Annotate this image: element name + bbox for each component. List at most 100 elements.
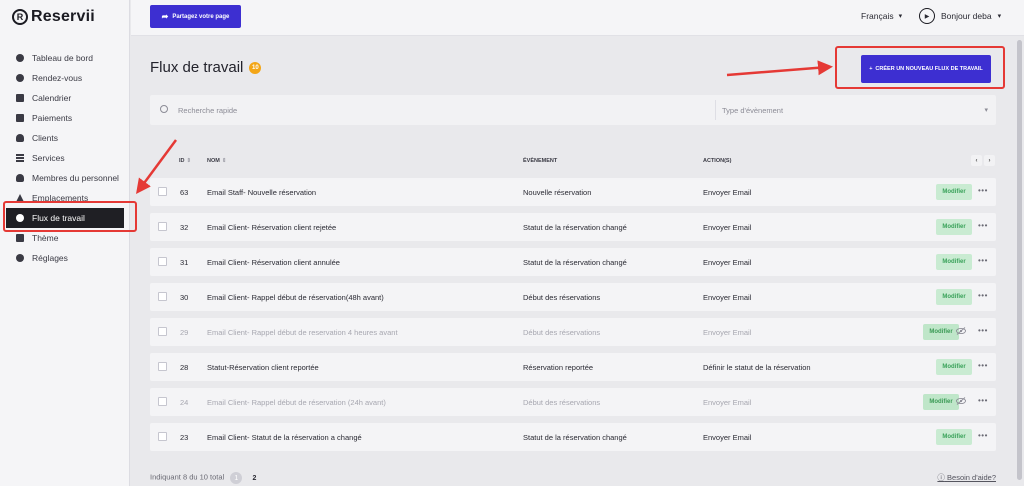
column-header-id[interactable]: ID ⇕: [179, 158, 191, 164]
language-selector[interactable]: Français ▾: [861, 11, 902, 21]
count-badge: 10: [249, 61, 262, 74]
table-row[interactable]: 28 Statut-Réservation client reportée Ré…: [150, 353, 996, 381]
page-scrollbar[interactable]: [1015, 36, 1024, 486]
user-greeting: Bonjour deba: [941, 11, 992, 21]
event-type-select[interactable]: Type d'évènement ▾: [722, 102, 992, 118]
sidebar-item-label: Rendez-vous: [32, 73, 83, 83]
sidebar-nav: Tableau de bord Rendez-vous Calendrier P…: [0, 48, 130, 268]
row-checkbox[interactable]: [158, 362, 167, 371]
table-row[interactable]: 31 Email Client- Réservation client annu…: [150, 248, 996, 276]
column-header-name[interactable]: NOM ⇕: [207, 158, 226, 164]
cell-event: Début des réservations: [523, 328, 601, 337]
cell-action: Envoyer Email: [703, 188, 752, 197]
modify-button[interactable]: Modifier: [936, 254, 972, 270]
more-options-icon[interactable]: •••: [978, 292, 988, 300]
more-options-icon[interactable]: •••: [978, 222, 988, 230]
brush-icon: [16, 234, 24, 242]
column-header-event: ÉVÈNEMENT: [523, 158, 558, 164]
sidebar-item-clients[interactable]: Clients: [0, 128, 130, 148]
sidebar-item-label: Réglages: [32, 253, 68, 263]
share-page-button[interactable]: ➦ Partagez votre page: [150, 5, 241, 28]
modify-button[interactable]: Modifier: [936, 219, 972, 235]
eye-off-icon[interactable]: [956, 327, 966, 335]
row-checkbox[interactable]: [158, 432, 167, 441]
cell-id: 28: [180, 363, 189, 372]
showing-count: Indiquant 8 du 10 total: [150, 472, 225, 482]
more-options-icon[interactable]: •••: [978, 397, 988, 405]
page-button-2[interactable]: 2: [248, 472, 260, 484]
more-options-icon[interactable]: •••: [978, 187, 988, 195]
more-options-icon[interactable]: •••: [978, 257, 988, 265]
modify-button[interactable]: Modifier: [923, 324, 959, 340]
cell-id: 24: [180, 398, 189, 407]
cell-action: Définir le statut de la réservation: [703, 363, 811, 372]
table-row[interactable]: 63 Email Staff- Nouvelle réservation Nou…: [150, 178, 996, 206]
modify-button[interactable]: Modifier: [936, 289, 972, 305]
table-row[interactable]: 24 Email Client- Rappel début de réserva…: [150, 388, 996, 416]
modify-button[interactable]: Modifier: [936, 184, 972, 200]
page-title-text: Flux de travail: [150, 59, 244, 76]
table-row[interactable]: 30 Email Client- Rappel début de réserva…: [150, 283, 996, 311]
sidebar-item-settings[interactable]: Réglages: [0, 248, 130, 268]
row-checkbox[interactable]: [158, 257, 167, 266]
sidebar-item-services[interactable]: Services: [0, 148, 130, 168]
cell-event: Début des réservations: [523, 398, 601, 407]
sidebar-item-payments[interactable]: Paiements: [0, 108, 130, 128]
list-icon: [16, 154, 24, 162]
app-logo[interactable]: R Reservii: [12, 8, 95, 26]
share-page-label: Partagez votre page: [172, 13, 230, 20]
dashboard-icon: [16, 54, 24, 62]
avatar: ▶: [919, 8, 935, 24]
wallet-icon: [16, 114, 24, 122]
more-options-icon[interactable]: •••: [978, 327, 988, 335]
sidebar-item-appointments[interactable]: Rendez-vous: [0, 68, 130, 88]
table-scroll-arrows: ‹ ›: [971, 155, 995, 166]
cell-name: Email Staff- Nouvelle réservation: [207, 188, 317, 197]
event-type-placeholder: Type d'évènement: [722, 105, 784, 115]
cell-event: Réservation reportée: [523, 363, 594, 372]
eye-off-icon[interactable]: [956, 397, 966, 405]
modify-button[interactable]: Modifier: [936, 429, 972, 445]
cell-id: 31: [180, 258, 189, 267]
cell-event: Statut de la réservation changé: [523, 258, 627, 267]
sidebar: R Reservii Tableau de bord Rendez-vous C…: [0, 0, 130, 486]
table-row[interactable]: 32 Email Client- Réservation client reje…: [150, 213, 996, 241]
chevron-right-icon[interactable]: ›: [984, 155, 995, 166]
cell-name: Email Client- Statut de la réservation a…: [207, 433, 362, 442]
cell-id: 30: [180, 293, 189, 302]
modify-button[interactable]: Modifier: [936, 359, 972, 375]
more-options-icon[interactable]: •••: [978, 432, 988, 440]
sidebar-item-staff[interactable]: Membres du personnel: [0, 168, 130, 188]
chevron-left-icon[interactable]: ‹: [971, 155, 982, 166]
row-checkbox[interactable]: [158, 327, 167, 336]
cell-action: Envoyer Email: [703, 258, 752, 267]
row-checkbox[interactable]: [158, 397, 167, 406]
more-options-icon[interactable]: •••: [978, 362, 988, 370]
sidebar-item-label: Tableau de bord: [32, 53, 93, 63]
table-row[interactable]: 29 Email Client- Rappel début de reserva…: [150, 318, 996, 346]
help-icon: ⓘ: [937, 473, 945, 482]
page-button-1[interactable]: 1: [230, 472, 243, 484]
help-link[interactable]: ⓘ Besoin d'aide?: [937, 472, 996, 483]
sort-icon: ⇕: [186, 158, 192, 164]
row-checkbox[interactable]: [158, 222, 167, 231]
cell-id: 29: [180, 328, 189, 337]
cell-action: Envoyer Email: [703, 433, 752, 442]
sidebar-item-calendar[interactable]: Calendrier: [0, 88, 130, 108]
row-checkbox[interactable]: [158, 292, 167, 301]
cell-event: Statut de la réservation changé: [523, 223, 627, 232]
row-checkbox[interactable]: [158, 187, 167, 196]
cell-name: Email Client- Réservation client annulée: [207, 258, 340, 267]
scrollbar-thumb[interactable]: [1017, 40, 1022, 480]
sort-icon: ⇕: [221, 158, 227, 164]
annotation-highlight-create-button: [835, 46, 1005, 89]
search-icon: [160, 105, 168, 113]
cell-id: 23: [180, 433, 189, 442]
user-menu[interactable]: ▶ Bonjour deba ▾: [919, 8, 1001, 24]
modify-button[interactable]: Modifier: [923, 394, 959, 410]
table-row[interactable]: 23 Email Client- Statut de la réservatio…: [150, 423, 996, 451]
annotation-highlight-workflows: [3, 201, 137, 232]
sidebar-item-dashboard[interactable]: Tableau de bord: [0, 48, 130, 68]
table-header: ID ⇕ NOM ⇕ ÉVÈNEMENT ACTION(S) ‹ ›: [150, 155, 996, 169]
search-input[interactable]: [178, 102, 698, 118]
